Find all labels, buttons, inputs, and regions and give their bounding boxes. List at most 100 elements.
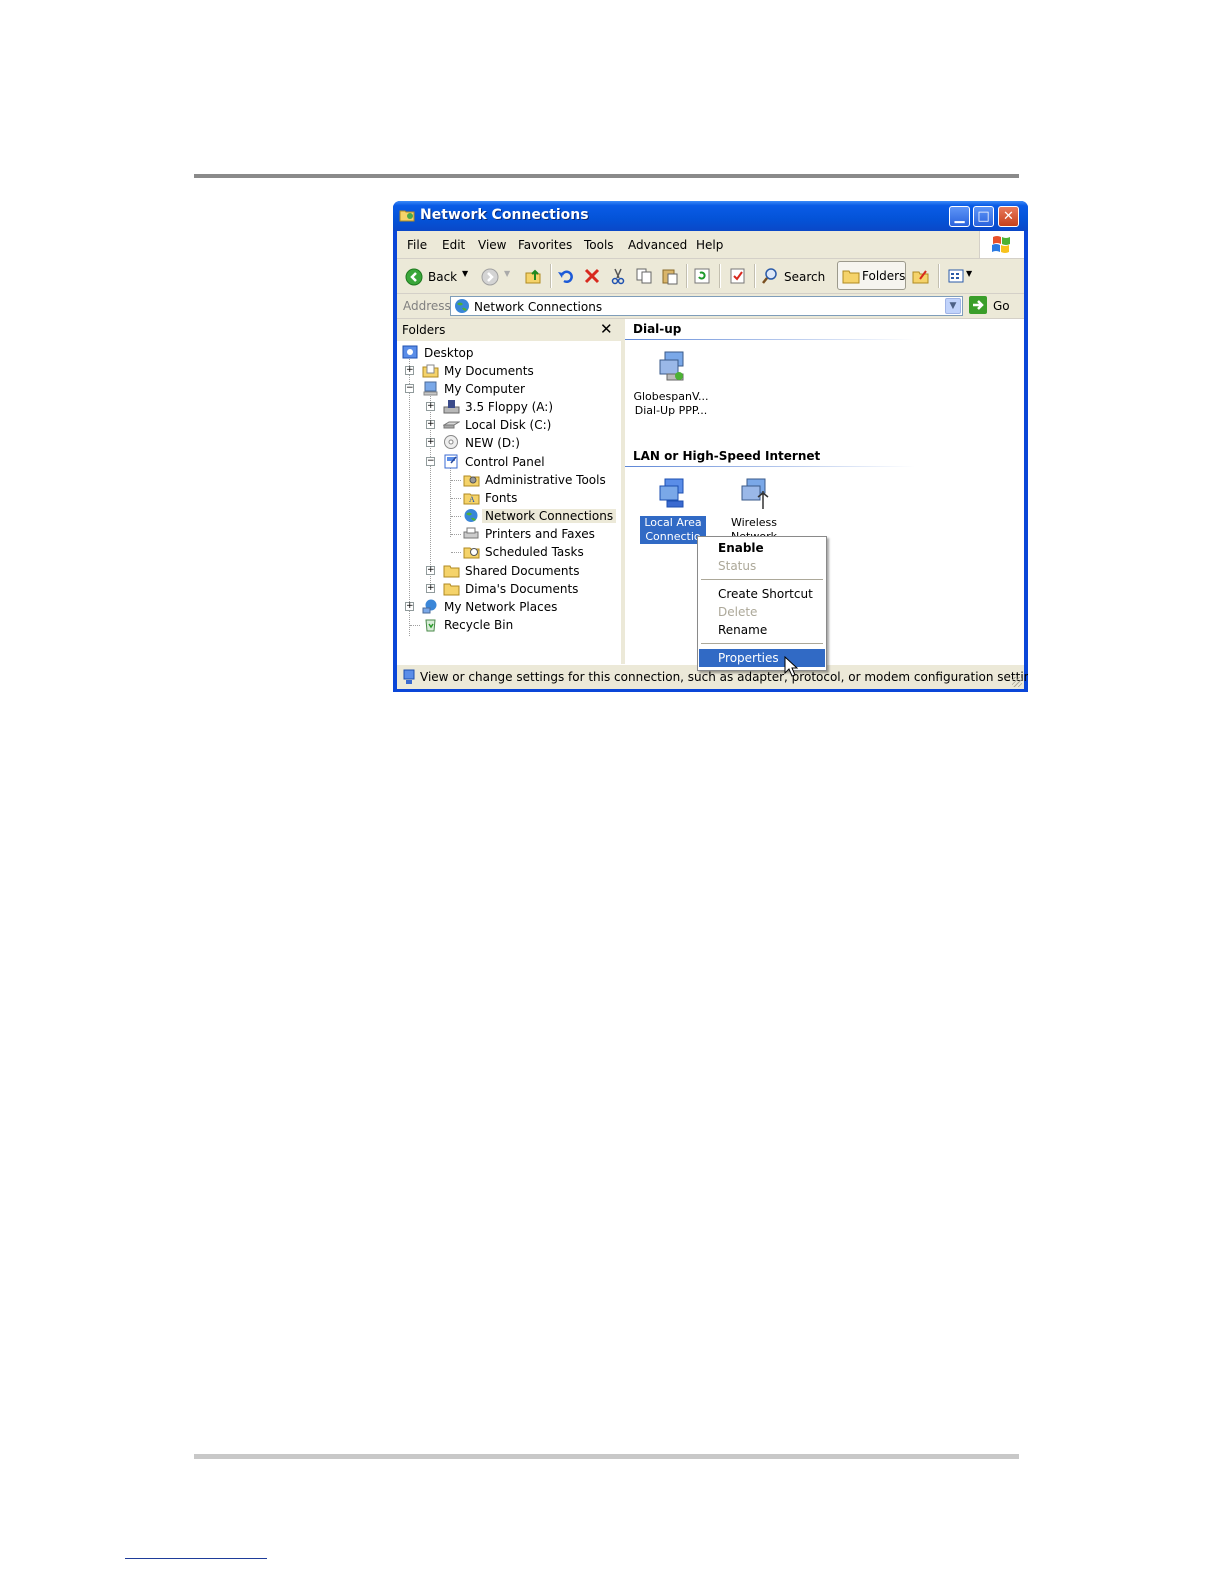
expand-plus-icon[interactable]: + xyxy=(426,420,435,429)
tree-item-label: Administrative Tools xyxy=(485,473,606,487)
maximize-icon: □ xyxy=(977,209,990,224)
go-label[interactable]: Go xyxy=(993,299,1010,313)
views-icon xyxy=(948,269,964,283)
context-menu-enable[interactable]: Enable xyxy=(699,539,825,557)
properties-button[interactable] xyxy=(727,264,749,288)
svg-text:A: A xyxy=(469,495,475,504)
expand-plus-icon[interactable]: + xyxy=(405,602,414,611)
address-dropdown-icon[interactable]: ▼ xyxy=(945,298,961,314)
tree-item-label: My Documents xyxy=(444,364,534,378)
network-globe-icon xyxy=(455,299,469,313)
expand-plus-icon[interactable]: + xyxy=(426,584,435,593)
tree-line xyxy=(450,465,451,537)
cd-drive-icon xyxy=(444,435,458,449)
up-button[interactable] xyxy=(522,264,544,288)
floppy-drive-icon xyxy=(443,400,460,414)
context-menu-properties[interactable]: Properties xyxy=(699,649,825,667)
expand-plus-icon[interactable]: + xyxy=(426,438,435,447)
tree-line xyxy=(409,356,410,636)
collapse-minus-icon[interactable]: − xyxy=(405,384,414,393)
menu-view[interactable]: View xyxy=(478,238,506,252)
window-title: Network Connections xyxy=(420,207,589,223)
admin-tools-icon xyxy=(463,475,480,487)
folder-icon xyxy=(443,583,460,596)
maximize-button[interactable]: □ xyxy=(973,206,994,227)
menu-item-label: Create Shortcut xyxy=(718,587,813,601)
page-footer-rule xyxy=(194,1454,1019,1459)
menu-separator xyxy=(701,643,823,644)
expand-plus-icon[interactable]: + xyxy=(405,366,414,375)
search-magnifier-icon xyxy=(762,268,777,284)
menu-item-label: Status xyxy=(718,559,757,573)
refresh-button[interactable] xyxy=(691,264,713,288)
windows-flag-icon xyxy=(992,236,1010,253)
tree-line xyxy=(451,534,461,535)
back-arrow-icon xyxy=(405,268,423,286)
control-panel-icon xyxy=(444,454,458,469)
forward-dropdown-icon: ▼ xyxy=(504,269,511,278)
go-button[interactable] xyxy=(969,296,987,314)
group-title-lan: LAN or High-Speed Internet xyxy=(633,449,821,463)
standard-toolbar: Back ▼ ▼ Search Folders ▼ xyxy=(397,259,1024,294)
views-button[interactable]: ▼ xyxy=(945,264,975,288)
tree-line xyxy=(410,625,420,626)
forward-button[interactable]: ▼ xyxy=(479,264,513,288)
fonts-folder-icon: A xyxy=(463,493,480,505)
context-menu: Enable Status Create Shortcut Delete Ren… xyxy=(697,536,827,671)
network-connection-status-icon xyxy=(403,669,415,684)
tree-line xyxy=(451,516,461,517)
lan-connection-icon xyxy=(659,478,684,508)
dial-up-connection-item[interactable]: GlobespanV... Dial-Up PPP... xyxy=(629,347,719,417)
context-menu-create-shortcut[interactable]: Create Shortcut xyxy=(699,585,825,603)
tree-item-label: Desktop xyxy=(424,346,474,360)
tree-item-label: NEW (D:) xyxy=(465,436,520,450)
menu-help[interactable]: Help xyxy=(696,238,723,252)
dial-up-connection-label: GlobespanV... Dial-Up PPP... xyxy=(629,390,713,418)
windows-logo xyxy=(979,231,1024,258)
toolbar-separator xyxy=(754,264,755,288)
context-menu-rename[interactable]: Rename xyxy=(699,621,825,639)
close-button[interactable]: ✕ xyxy=(998,206,1019,227)
tree-item-label: My Network Places xyxy=(444,600,558,614)
menu-advanced[interactable]: Advanced xyxy=(628,238,687,252)
menu-file[interactable]: File xyxy=(407,238,427,252)
back-dropdown-icon[interactable]: ▼ xyxy=(462,269,468,278)
resize-grip-icon[interactable] xyxy=(1012,677,1022,687)
my-documents-icon xyxy=(422,364,439,378)
undo-button[interactable] xyxy=(555,264,577,288)
views-dropdown-icon: ▼ xyxy=(966,269,973,278)
folders-pane-header: Folders ✕ xyxy=(397,319,621,341)
delete-button[interactable] xyxy=(581,264,603,288)
minimize-button[interactable]: ▁ xyxy=(949,206,970,227)
group-title-dial-up: Dial-up xyxy=(633,322,682,336)
collapse-minus-icon[interactable]: − xyxy=(426,457,435,466)
folders-button[interactable]: Folders xyxy=(837,261,906,290)
group-divider xyxy=(625,466,915,467)
network-folder-icon xyxy=(399,210,415,222)
close-icon[interactable]: ✕ xyxy=(600,320,613,338)
back-label: Back xyxy=(428,270,458,284)
address-input[interactable]: Network Connections ▼ xyxy=(450,296,963,316)
network-places-icon xyxy=(422,599,437,614)
move-to-button[interactable] xyxy=(910,264,932,288)
page-header-rule xyxy=(194,174,1019,178)
expand-plus-icon[interactable]: + xyxy=(426,402,435,411)
menu-tools[interactable]: Tools xyxy=(584,238,614,252)
tree-line xyxy=(451,498,461,499)
menu-item-label: Enable xyxy=(718,541,764,555)
cut-button[interactable] xyxy=(607,264,629,288)
go-arrow-icon xyxy=(973,300,984,310)
group-divider xyxy=(625,339,915,340)
tree-item-label: Control Panel xyxy=(465,455,545,469)
menu-favorites[interactable]: Favorites xyxy=(518,238,572,252)
title-bar[interactable]: Network Connections ▁ □ ✕ xyxy=(393,201,1028,231)
paste-button[interactable] xyxy=(659,264,681,288)
search-button[interactable]: Search xyxy=(759,264,827,288)
expand-plus-icon[interactable]: + xyxy=(426,566,435,575)
menu-edit[interactable]: Edit xyxy=(442,238,465,252)
folders-pane-title: Folders xyxy=(402,323,446,337)
copy-button[interactable] xyxy=(633,264,655,288)
tree-item-label: Printers and Faxes xyxy=(485,527,595,541)
item-label-line: Dial-Up PPP... xyxy=(634,404,708,417)
back-button[interactable]: Back ▼ xyxy=(403,264,468,288)
